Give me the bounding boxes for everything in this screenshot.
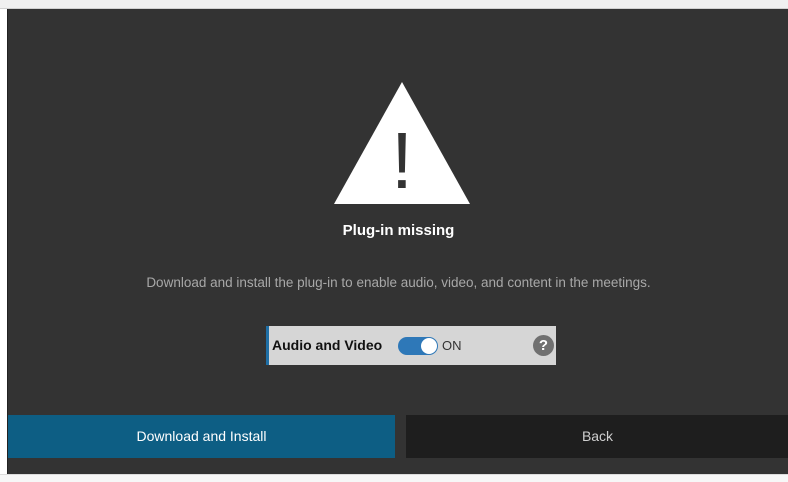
download-and-install-button[interactable]: Download and Install: [8, 415, 395, 458]
help-icon[interactable]: ?: [533, 335, 554, 356]
switch-state: ON: [442, 338, 462, 353]
dialog-description: Download and install the plug-in to enab…: [146, 275, 651, 290]
back-button[interactable]: Back: [406, 415, 788, 458]
bottom-strip: [0, 474, 788, 482]
audio-video-toggle-row: Audio and Video ON ?: [266, 326, 556, 365]
warning-icon: !: [334, 82, 470, 204]
audio-video-switch[interactable]: [398, 337, 438, 355]
dialog-title: Plug-in missing: [342, 222, 455, 239]
plugin-missing-panel: ! Plug-in missing Download and install t…: [7, 9, 788, 474]
top-strip: [0, 0, 788, 9]
toggle-label: Audio and Video: [272, 337, 383, 353]
warning-mark: !: [391, 116, 413, 204]
switch-knob: [421, 338, 437, 354]
